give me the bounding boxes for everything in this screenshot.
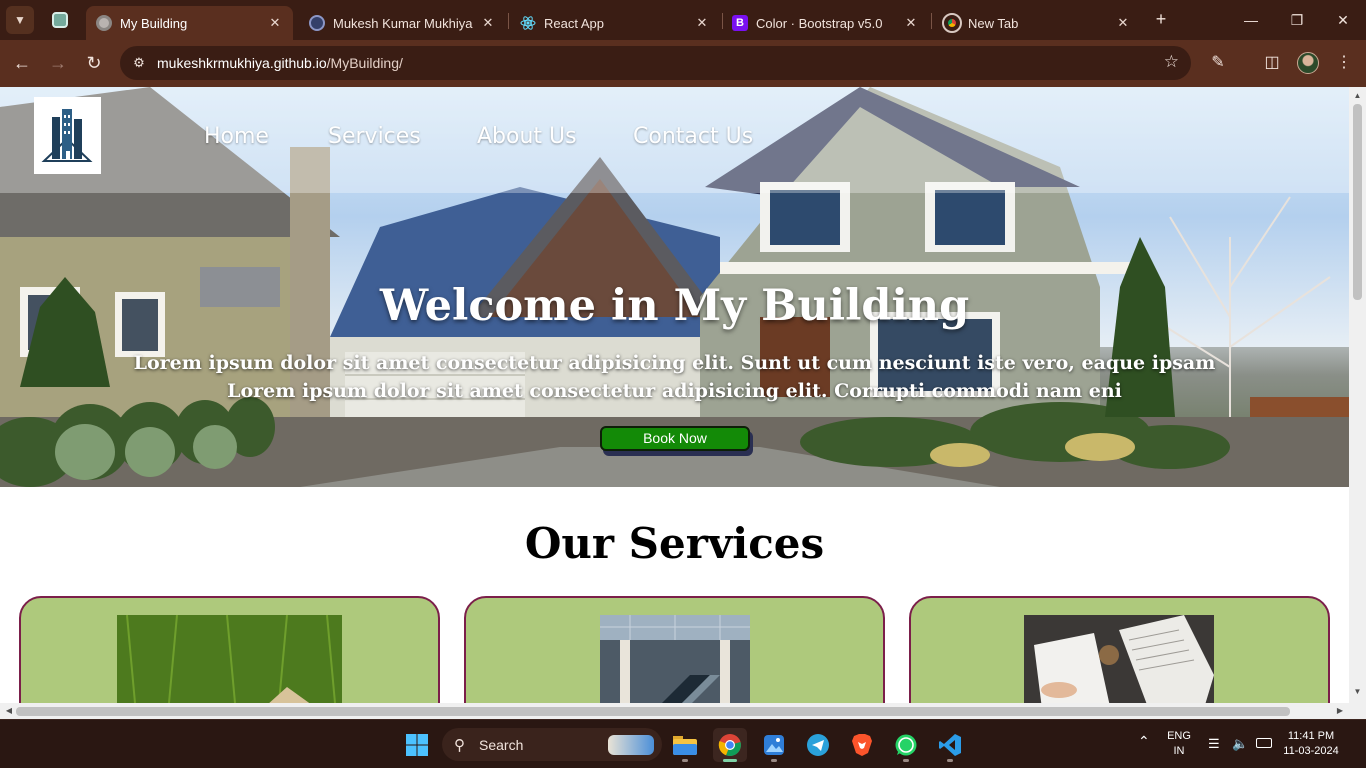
- language-indicator[interactable]: ENG IN: [1164, 729, 1194, 759]
- chrome-logo-icon: [718, 734, 741, 757]
- windows-logo-icon: [406, 734, 428, 756]
- battery-icon[interactable]: [1256, 738, 1272, 748]
- profile-avatar[interactable]: [1297, 52, 1319, 74]
- globe-icon: [96, 15, 112, 31]
- show-hidden-icons-chevron-icon[interactable]: ⌃: [1138, 734, 1150, 749]
- menu-kebab-icon[interactable]: ⋮: [1333, 52, 1355, 74]
- clock-date: 11-03-2024: [1283, 745, 1339, 757]
- windows-start-icon[interactable]: [400, 728, 434, 762]
- telegram-logo-icon: [807, 734, 829, 756]
- telegram-icon[interactable]: [801, 728, 835, 762]
- close-tab-icon[interactable]: ✕: [1115, 15, 1131, 31]
- book-now-button[interactable]: Book Now: [600, 426, 750, 451]
- close-tab-icon[interactable]: ✕: [903, 15, 919, 31]
- hero-subtitle-line-1: Lorem ipsum dolor sit amet consectetur a…: [133, 352, 1216, 374]
- hero-subtitle-line-2: Lorem ipsum dolor sit amet consectetur a…: [227, 380, 1122, 402]
- tab-divider: [931, 13, 932, 29]
- horizontal-scroll-thumb[interactable]: [16, 707, 1290, 716]
- url-text[interactable]: mukeshkrmukhiya.github.io/MyBuilding/: [157, 55, 403, 71]
- file-explorer-icon[interactable]: [668, 728, 702, 762]
- scroll-down-arrow-icon[interactable]: ▼: [1349, 685, 1366, 699]
- volume-icon[interactable]: 🔈: [1232, 736, 1248, 751]
- nav-about-us[interactable]: About Us: [477, 124, 577, 154]
- reload-icon[interactable]: ↻: [81, 50, 107, 76]
- page-viewport: Home Services About Us Contact Us Welcom…: [0, 87, 1366, 719]
- clock-time: 11:41 PM: [1287, 730, 1335, 742]
- photos-app-icon: [764, 735, 784, 755]
- site-settings-icon[interactable]: ⚙: [130, 54, 148, 72]
- tab-label: My Building: [120, 15, 188, 31]
- vscode-logo-icon: [939, 734, 961, 756]
- tab-label: Mukesh Kumar Mukhiya: [333, 15, 473, 31]
- service-card[interactable]: [464, 596, 885, 719]
- services-heading: Our Services: [524, 519, 825, 568]
- folder-icon: [673, 736, 697, 755]
- window-close-icon[interactable]: ✕: [1328, 8, 1358, 32]
- building-logo-icon: [41, 109, 93, 162]
- scroll-left-arrow-icon[interactable]: ◀: [2, 703, 16, 719]
- new-tab-plus-icon[interactable]: +: [1150, 9, 1172, 31]
- nav-contact-us[interactable]: Contact Us: [633, 124, 753, 154]
- tab-label: New Tab: [968, 15, 1019, 31]
- brave-icon[interactable]: [845, 728, 879, 762]
- tab-label: Color · Bootstrap v5.0: [756, 15, 883, 31]
- whatsapp-logo-icon: [895, 734, 917, 756]
- photos-icon[interactable]: [757, 728, 791, 762]
- tab-label: React App: [544, 15, 604, 31]
- region-code: IN: [1173, 745, 1185, 757]
- hero-title: Welcome in My Building: [379, 281, 970, 331]
- service-card[interactable]: [19, 596, 440, 719]
- vscode-icon[interactable]: [933, 728, 967, 762]
- tab-strip: ▼ My Building ✕ Mukesh Kumar Mukhiya ✕ R…: [0, 0, 1366, 40]
- tab-bootstrap[interactable]: B Color · Bootstrap v5.0 ✕: [722, 6, 929, 40]
- windows-taskbar: ⚲ Search ⌃ ENG IN ☰ 🔈 11:41 PM 11-03-202…: [0, 719, 1366, 768]
- tab-my-building[interactable]: My Building ✕: [86, 6, 293, 40]
- search-icon: ⚲: [454, 737, 465, 754]
- extensions-icon[interactable]: ✎: [1207, 52, 1229, 74]
- hero-section: Home Services About Us Contact Us Welcom…: [0, 87, 1349, 487]
- clock[interactable]: 11:41 PM 11-03-2024: [1280, 729, 1342, 759]
- tab-search-dropdown-icon[interactable]: ▼: [6, 6, 34, 34]
- search-label: Search: [479, 737, 524, 753]
- vertical-scroll-thumb[interactable]: [1353, 104, 1362, 300]
- taskbar-search-box[interactable]: ⚲ Search: [442, 728, 662, 761]
- wifi-icon[interactable]: ☰: [1208, 736, 1220, 751]
- chrome-taskbar-icon[interactable]: [713, 728, 747, 762]
- tab-new-tab[interactable]: New Tab ✕: [934, 6, 1141, 40]
- bootstrap-icon: B: [732, 15, 748, 31]
- scroll-up-arrow-icon[interactable]: ▲: [1349, 89, 1366, 103]
- tab-react-app[interactable]: React App ✕: [510, 6, 720, 40]
- chatgpt-icon: [52, 12, 68, 28]
- close-tab-icon[interactable]: ✕: [480, 15, 496, 31]
- scroll-right-arrow-icon[interactable]: ▶: [1333, 703, 1347, 719]
- nav-home[interactable]: Home: [204, 124, 269, 154]
- nav-services[interactable]: Services: [328, 124, 421, 154]
- address-bar[interactable]: ⚙ mukeshkrmukhiya.github.io/MyBuilding/ …: [120, 46, 1191, 80]
- url-path: /MyBuilding/: [326, 55, 403, 71]
- horizontal-scrollbar[interactable]: ◀ ▶: [0, 703, 1349, 719]
- site-logo[interactable]: [34, 97, 101, 174]
- react-icon: [520, 16, 536, 30]
- close-tab-icon[interactable]: ✕: [694, 15, 710, 31]
- vertical-scrollbar[interactable]: ▲ ▼: [1349, 87, 1366, 719]
- minimize-icon[interactable]: —: [1236, 8, 1266, 32]
- url-domain: mukeshkrmukhiya.github.io: [157, 55, 327, 71]
- restore-icon[interactable]: ❐: [1282, 8, 1312, 32]
- back-arrow-icon[interactable]: ←: [9, 50, 35, 76]
- whatsapp-icon[interactable]: [889, 728, 923, 762]
- close-tab-icon[interactable]: ✕: [267, 15, 283, 31]
- forward-arrow-icon[interactable]: →: [45, 50, 71, 76]
- service-card[interactable]: [909, 596, 1330, 719]
- language-code: ENG: [1167, 730, 1191, 742]
- brave-lion-icon: [852, 734, 872, 756]
- portfolio-icon: [309, 15, 325, 31]
- pinned-tab-chatgpt[interactable]: [46, 6, 74, 34]
- browser-toolbar: ← → ↻ ⚙ mukeshkrmukhiya.github.io/MyBuil…: [0, 40, 1366, 87]
- tab-mukesh[interactable]: Mukesh Kumar Mukhiya ✕: [299, 6, 506, 40]
- bookmark-star-icon[interactable]: ☆: [1164, 52, 1179, 72]
- side-panel-icon[interactable]: ◫: [1261, 52, 1283, 74]
- tab-divider: [508, 13, 509, 29]
- chrome-icon: [942, 13, 962, 33]
- search-highlight-icon: [608, 735, 654, 755]
